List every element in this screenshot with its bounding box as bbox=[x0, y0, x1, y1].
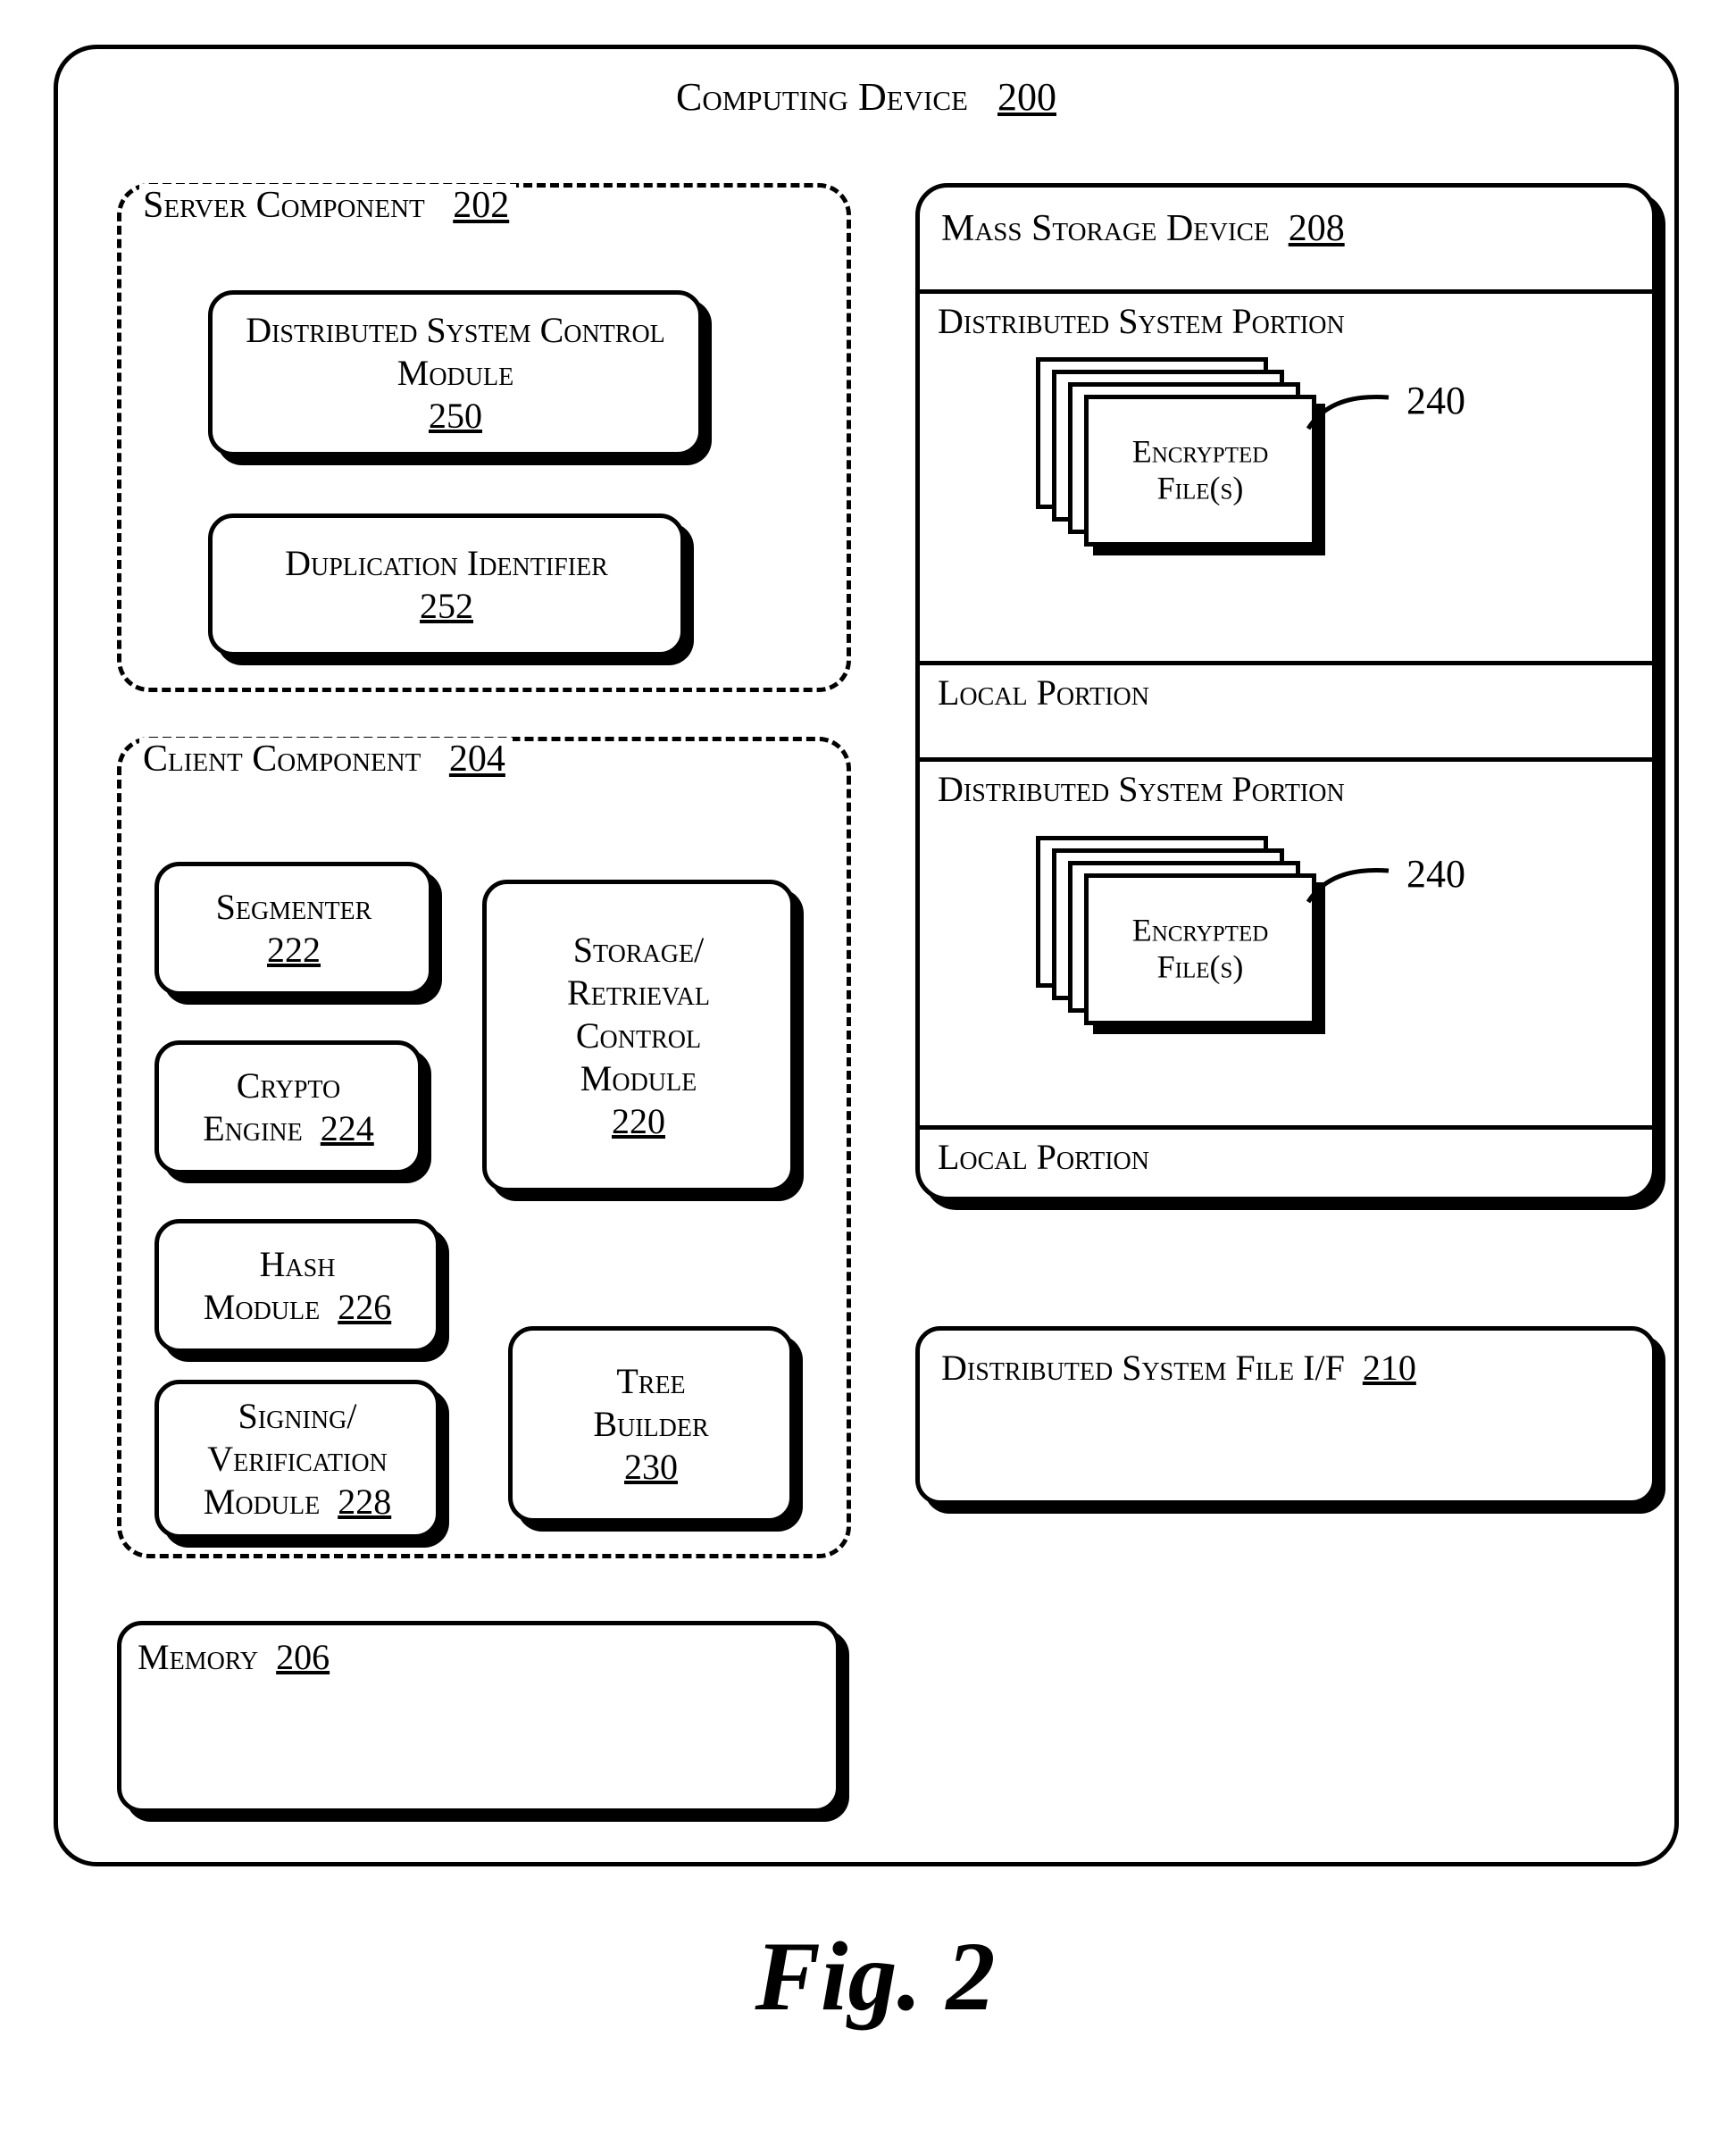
memory-label: Memory 206 bbox=[138, 1636, 330, 1678]
mass-divider bbox=[920, 661, 1652, 665]
encfile-l2: File(s) bbox=[1157, 471, 1244, 506]
crypto-l2: Engine bbox=[203, 1108, 303, 1148]
encrypted-files-label: Encrypted File(s) bbox=[1132, 913, 1269, 987]
hash-num: 226 bbox=[338, 1287, 391, 1327]
mass-divider bbox=[920, 757, 1652, 762]
mass-divider bbox=[920, 289, 1652, 294]
mass-text: Mass Storage Device bbox=[941, 208, 1270, 249]
memory-text: Memory bbox=[138, 1637, 258, 1677]
tree-l1: Tree bbox=[616, 1361, 685, 1401]
client-label-text: Client Component bbox=[143, 739, 421, 780]
dscm-label: Distributed System Control Module 250 bbox=[225, 309, 687, 438]
hash-l2: Module bbox=[204, 1287, 320, 1327]
title-text: Computing Device bbox=[676, 75, 968, 119]
dscm-text: Distributed System Control Module bbox=[246, 310, 665, 393]
dsp-label-1: Distributed System Portion bbox=[938, 300, 1345, 342]
callout-240-1: 240 bbox=[1406, 378, 1465, 423]
srcm-l4: Module bbox=[580, 1058, 697, 1098]
callout-240-2: 240 bbox=[1406, 851, 1465, 897]
srcm-num: 220 bbox=[612, 1101, 665, 1141]
tree-l2: Builder bbox=[593, 1404, 708, 1444]
signing-l3: Module bbox=[204, 1482, 320, 1522]
srcm-l1: Storage/ bbox=[573, 930, 704, 970]
server-label-text: Server Component bbox=[143, 185, 425, 226]
signing-label: Signing/ Verification Module 228 bbox=[166, 1395, 430, 1524]
memory-num: 206 bbox=[276, 1637, 330, 1677]
segmenter-num: 222 bbox=[267, 930, 321, 970]
tree-builder-module: Tree Builder 230 bbox=[508, 1326, 794, 1523]
srcm-label: Storage/ Retrieval Control Module 220 bbox=[495, 929, 783, 1143]
encfile-l1: Encrypted bbox=[1132, 434, 1269, 470]
crypto-l1: Crypto bbox=[237, 1065, 340, 1106]
encrypted-files-stack-1: Encrypted File(s) bbox=[1036, 357, 1340, 563]
tree-label: Tree Builder 230 bbox=[520, 1360, 783, 1489]
dupid-label: Duplication Identifier 252 bbox=[224, 542, 669, 628]
mass-num: 208 bbox=[1289, 208, 1345, 249]
distributed-system-file-if: Distributed System File I/F 210 bbox=[915, 1326, 1657, 1505]
tree-num: 230 bbox=[624, 1447, 678, 1487]
hash-label: Hash Module 226 bbox=[166, 1243, 430, 1329]
callout-line-icon bbox=[1304, 388, 1420, 451]
duplication-identifier: Duplication Identifier 252 bbox=[208, 513, 685, 656]
computing-device-box: Computing Device 200 Server Component 20… bbox=[54, 45, 1679, 1866]
server-label-num: 202 bbox=[453, 185, 509, 226]
local-label-1: Local Portion bbox=[938, 672, 1149, 714]
signing-num: 228 bbox=[338, 1482, 391, 1522]
distributed-system-control-module: Distributed System Control Module 250 bbox=[208, 290, 703, 456]
segmenter-module: Segmenter 222 bbox=[154, 862, 433, 996]
signing-l2: Verification bbox=[207, 1439, 388, 1479]
client-component-label: Client Component 204 bbox=[139, 738, 513, 781]
callout-line-icon bbox=[1304, 862, 1420, 924]
encrypted-files-stack-2: Encrypted File(s) bbox=[1036, 836, 1340, 1041]
dscm-num: 250 bbox=[429, 396, 482, 436]
hash-l1: Hash bbox=[260, 1244, 336, 1284]
crypto-label: Crypto Engine 224 bbox=[165, 1064, 412, 1150]
crypto-engine-module: Crypto Engine 224 bbox=[154, 1040, 422, 1174]
mass-divider bbox=[920, 1125, 1652, 1130]
encfile-l1b: Encrypted bbox=[1132, 913, 1269, 948]
local-label-2: Local Portion bbox=[938, 1136, 1149, 1178]
memory-box: Memory 206 bbox=[117, 1621, 840, 1813]
segmenter-label: Segmenter 222 bbox=[166, 886, 422, 972]
encrypted-files-label: Encrypted File(s) bbox=[1132, 434, 1269, 508]
srcm-l3: Control bbox=[576, 1015, 701, 1056]
dsf-num: 210 bbox=[1363, 1348, 1416, 1388]
figure-caption: Fig. 2 bbox=[755, 1920, 996, 2033]
signing-verification-module: Signing/ Verification Module 228 bbox=[154, 1380, 440, 1539]
title-num: 200 bbox=[997, 75, 1056, 119]
encfile-l2b: File(s) bbox=[1157, 949, 1244, 985]
storage-retrieval-control-module: Storage/ Retrieval Control Module 220 bbox=[482, 880, 795, 1192]
mass-title: Mass Storage Device 208 bbox=[941, 207, 1345, 250]
mass-storage-device-box: Mass Storage Device 208 Distributed Syst… bbox=[915, 183, 1657, 1201]
computing-device-title: Computing Device 200 bbox=[676, 74, 1056, 120]
hash-module: Hash Module 226 bbox=[154, 1219, 440, 1353]
client-label-num: 204 bbox=[449, 739, 505, 780]
dsf-label: Distributed System File I/F 210 bbox=[941, 1347, 1416, 1389]
file-card-icon: Encrypted File(s) bbox=[1084, 395, 1316, 547]
segmenter-text: Segmenter bbox=[216, 887, 372, 927]
file-card-icon: Encrypted File(s) bbox=[1084, 873, 1316, 1025]
dupid-text: Duplication Identifier bbox=[285, 543, 608, 583]
dupid-num: 252 bbox=[420, 586, 473, 626]
srcm-l2: Retrieval bbox=[567, 973, 710, 1013]
crypto-num: 224 bbox=[321, 1108, 374, 1148]
signing-l1: Signing/ bbox=[238, 1396, 357, 1436]
dsp-label-2: Distributed System Portion bbox=[938, 768, 1345, 810]
server-component-label: Server Component 202 bbox=[139, 184, 516, 227]
dsf-text: Distributed System File I/F bbox=[941, 1348, 1345, 1388]
